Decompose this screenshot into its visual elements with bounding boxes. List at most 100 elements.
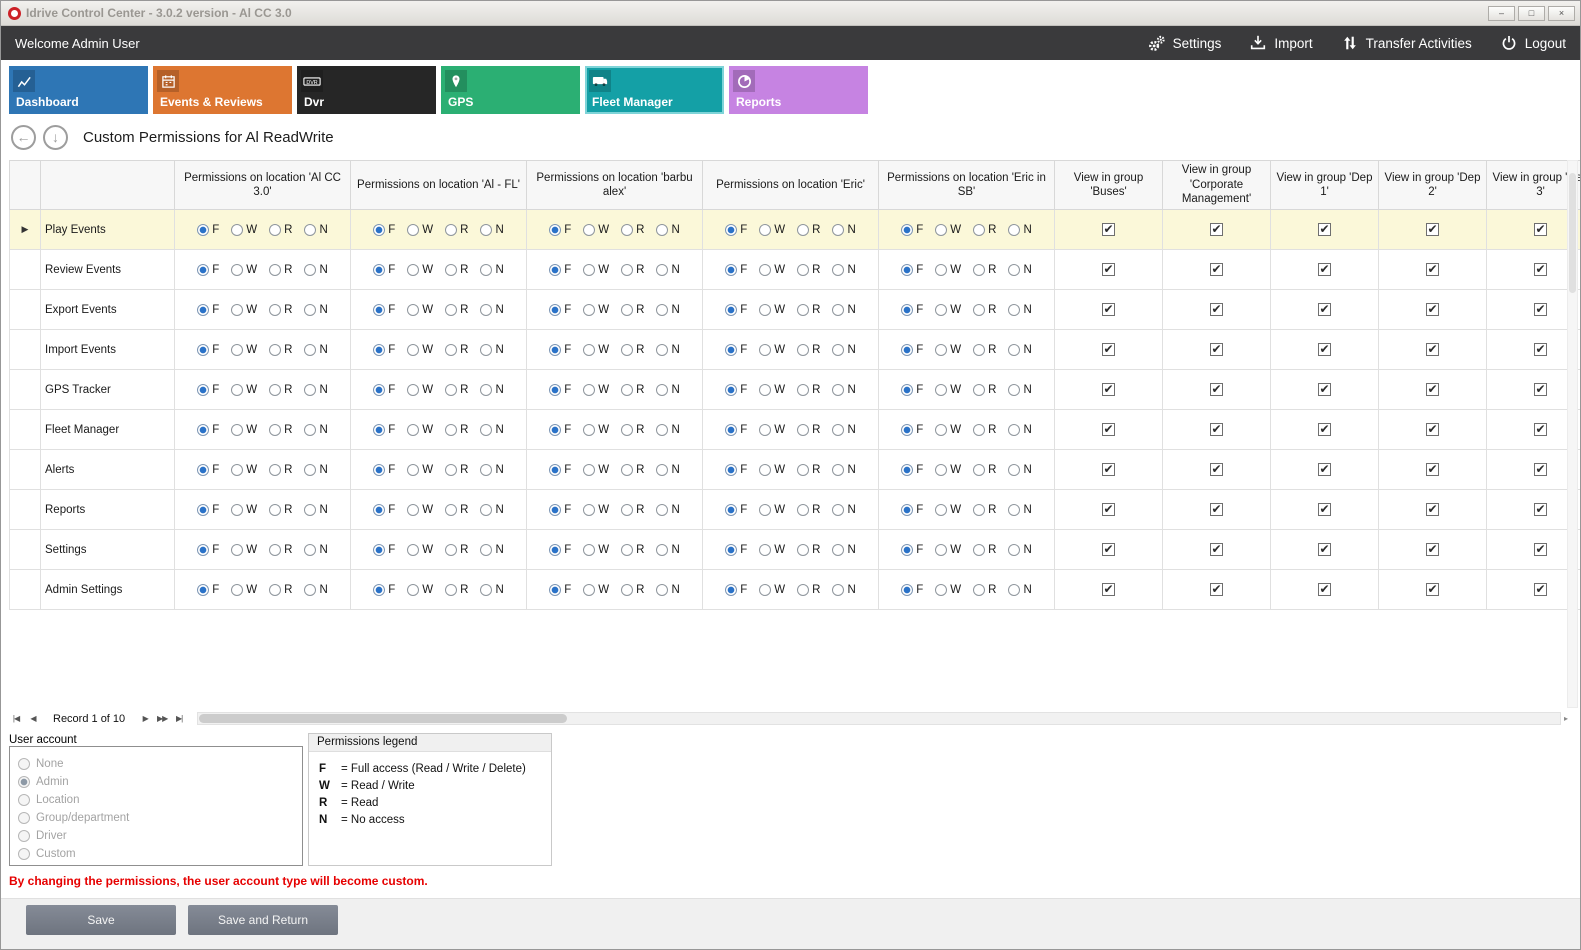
permission-radio-W[interactable]: W (407, 264, 433, 276)
permission-radio-F[interactable]: F (197, 304, 219, 316)
group-checkbox[interactable] (1426, 543, 1439, 556)
group-checkbox[interactable] (1318, 223, 1331, 236)
permission-radio-N[interactable]: N (832, 264, 855, 276)
permission-radio-W[interactable]: W (583, 584, 609, 596)
horizontal-scrollbar[interactable] (197, 712, 1561, 725)
permission-radio-W[interactable]: W (759, 464, 785, 476)
vertical-scrollbar[interactable] (1567, 160, 1578, 708)
permission-radio-W[interactable]: W (407, 224, 433, 236)
permission-radio-R[interactable]: R (621, 464, 644, 476)
permission-radio-F[interactable]: F (549, 304, 571, 316)
permission-radio-N[interactable]: N (656, 384, 679, 396)
permission-radio-W[interactable]: W (583, 464, 609, 476)
pager-next-button[interactable]: ▶ (138, 714, 152, 723)
group-checkbox[interactable] (1318, 543, 1331, 556)
permission-radio-R[interactable]: R (621, 424, 644, 436)
permission-radio-F[interactable]: F (725, 544, 747, 556)
permission-radio-N[interactable]: N (656, 424, 679, 436)
group-checkbox[interactable] (1210, 463, 1223, 476)
group-checkbox[interactable] (1210, 263, 1223, 276)
permission-radio-N[interactable]: N (480, 504, 503, 516)
permission-radio-F[interactable]: F (373, 464, 395, 476)
permission-radio-F[interactable]: F (373, 544, 395, 556)
permission-radio-F[interactable]: F (373, 344, 395, 356)
permission-radio-W[interactable]: W (935, 264, 961, 276)
permission-radio-N[interactable]: N (1008, 224, 1031, 236)
permission-radio-N[interactable]: N (656, 264, 679, 276)
import-button[interactable]: Import (1249, 34, 1312, 52)
permission-radio-F[interactable]: F (901, 224, 923, 236)
permission-radio-F[interactable]: F (901, 584, 923, 596)
permission-radio-F[interactable]: F (549, 464, 571, 476)
permission-radio-R[interactable]: R (621, 304, 644, 316)
grid-row[interactable]: ▶Play EventsFWRNFWRNFWRNFWRNFWRN (10, 210, 1581, 250)
permission-radio-N[interactable]: N (1008, 304, 1031, 316)
permission-radio-R[interactable]: R (973, 384, 996, 396)
group-checkbox[interactable] (1534, 383, 1547, 396)
permission-radio-F[interactable]: F (725, 264, 747, 276)
permission-radio-W[interactable]: W (407, 424, 433, 436)
permission-radio-R[interactable]: R (445, 344, 468, 356)
permission-radio-F[interactable]: F (197, 504, 219, 516)
group-checkbox[interactable] (1210, 583, 1223, 596)
permission-radio-R[interactable]: R (621, 344, 644, 356)
close-button[interactable]: × (1548, 6, 1575, 21)
group-checkbox[interactable] (1534, 303, 1547, 316)
permission-radio-F[interactable]: F (725, 584, 747, 596)
permission-radio-N[interactable]: N (480, 264, 503, 276)
grid-row[interactable]: Fleet ManagerFWRNFWRNFWRNFWRNFWRN (10, 410, 1581, 450)
permission-radio-F[interactable]: F (725, 304, 747, 316)
permission-radio-F[interactable]: F (901, 504, 923, 516)
permission-radio-W[interactable]: W (231, 464, 257, 476)
permission-radio-W[interactable]: W (935, 504, 961, 516)
permission-radio-R[interactable]: R (269, 504, 292, 516)
group-checkbox[interactable] (1210, 423, 1223, 436)
permission-radio-F[interactable]: F (197, 224, 219, 236)
permission-radio-R[interactable]: R (797, 464, 820, 476)
permission-radio-F[interactable]: F (901, 304, 923, 316)
permission-radio-R[interactable]: R (445, 384, 468, 396)
permission-radio-W[interactable]: W (407, 304, 433, 316)
permission-radio-F[interactable]: F (725, 424, 747, 436)
permission-radio-R[interactable]: R (973, 304, 996, 316)
user-account-option-driver[interactable]: Driver (18, 827, 302, 845)
permission-radio-W[interactable]: W (583, 264, 609, 276)
permission-radio-N[interactable]: N (832, 384, 855, 396)
permission-radio-F[interactable]: F (901, 264, 923, 276)
permission-radio-F[interactable]: F (725, 384, 747, 396)
permission-radio-W[interactable]: W (407, 584, 433, 596)
pager-prev-button[interactable]: ◀ (26, 714, 40, 723)
permission-radio-W[interactable]: W (583, 224, 609, 236)
group-checkbox[interactable] (1318, 263, 1331, 276)
group-checkbox[interactable] (1534, 343, 1547, 356)
permission-radio-R[interactable]: R (973, 224, 996, 236)
permission-radio-N[interactable]: N (832, 344, 855, 356)
permission-radio-W[interactable]: W (583, 424, 609, 436)
permission-radio-F[interactable]: F (549, 584, 571, 596)
down-button[interactable]: ↓ (43, 125, 68, 150)
permission-radio-R[interactable]: R (269, 264, 292, 276)
permission-radio-W[interactable]: W (407, 504, 433, 516)
permission-radio-W[interactable]: W (231, 224, 257, 236)
user-account-option-group-department[interactable]: Group/department (18, 809, 302, 827)
permission-radio-N[interactable]: N (1008, 464, 1031, 476)
permission-radio-W[interactable]: W (583, 504, 609, 516)
permission-radio-W[interactable]: W (231, 504, 257, 516)
permission-radio-N[interactable]: N (1008, 264, 1031, 276)
permission-radio-R[interactable]: R (973, 424, 996, 436)
permission-radio-W[interactable]: W (407, 544, 433, 556)
permission-radio-R[interactable]: R (621, 224, 644, 236)
permission-radio-N[interactable]: N (480, 304, 503, 316)
permission-radio-F[interactable]: F (901, 344, 923, 356)
group-checkbox[interactable] (1534, 463, 1547, 476)
permission-radio-F[interactable]: F (549, 264, 571, 276)
grid-row[interactable]: Admin SettingsFWRNFWRNFWRNFWRNFWRN (10, 570, 1581, 610)
permission-radio-F[interactable]: F (197, 544, 219, 556)
permission-radio-N[interactable]: N (832, 304, 855, 316)
permission-radio-F[interactable]: F (549, 504, 571, 516)
group-checkbox[interactable] (1426, 303, 1439, 316)
user-account-option-custom[interactable]: Custom (18, 845, 302, 863)
permission-radio-N[interactable]: N (656, 544, 679, 556)
group-checkbox[interactable] (1318, 343, 1331, 356)
permission-radio-W[interactable]: W (583, 544, 609, 556)
